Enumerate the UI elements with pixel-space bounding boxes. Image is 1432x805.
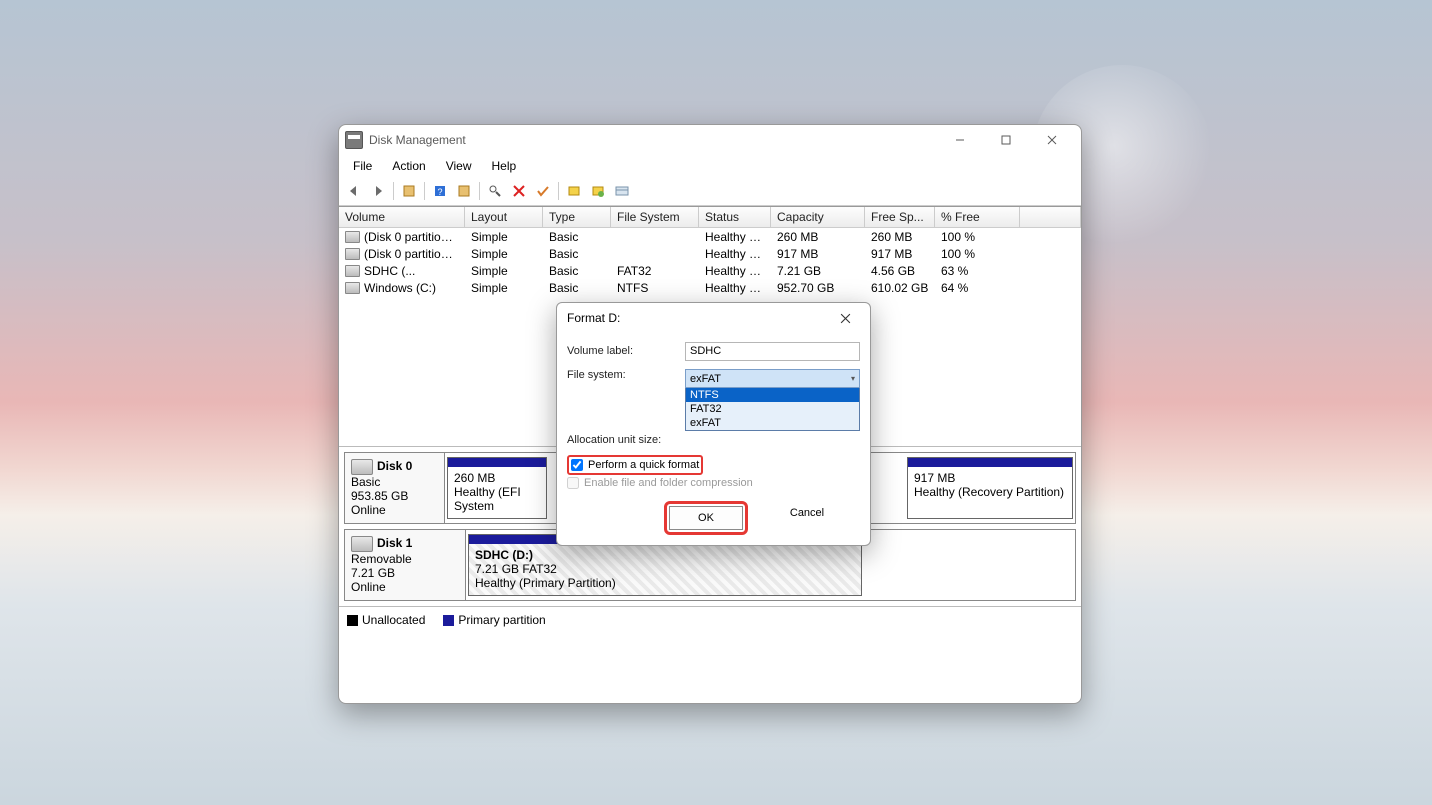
toolbar-icon[interactable] xyxy=(484,180,506,202)
file-system-dropdown: NTFS FAT32 exFAT xyxy=(685,388,860,431)
toolbar-icon[interactable] xyxy=(587,180,609,202)
col-capacity[interactable]: Capacity xyxy=(771,207,865,227)
check-icon[interactable] xyxy=(532,180,554,202)
col-fs[interactable]: File System xyxy=(611,207,699,227)
compression-label: Enable file and folder compression xyxy=(584,477,753,489)
delete-icon[interactable] xyxy=(508,180,530,202)
col-volume[interactable]: Volume xyxy=(339,207,465,227)
toolbar-icon[interactable] xyxy=(611,180,633,202)
quick-format-checkbox[interactable] xyxy=(571,459,583,471)
menu-view[interactable]: View xyxy=(438,157,480,175)
legend-unallocated: Unallocated xyxy=(347,613,425,627)
toolbar-icon[interactable] xyxy=(398,180,420,202)
quick-format-label: Perform a quick format xyxy=(588,459,699,471)
table-row[interactable]: SDHC (...SimpleBasicFAT32Healthy (P...7.… xyxy=(339,262,1081,279)
title-bar[interactable]: Disk Management xyxy=(339,125,1081,155)
table-head: Volume Layout Type File System Status Ca… xyxy=(339,207,1081,228)
file-system-select[interactable]: exFAT ▾ NTFS FAT32 exFAT xyxy=(685,369,860,431)
col-status[interactable]: Status xyxy=(699,207,771,227)
cancel-button[interactable]: Cancel xyxy=(770,501,844,525)
close-button[interactable] xyxy=(1029,125,1075,155)
alloc-size-label: Allocation unit size: xyxy=(567,434,685,446)
quick-format-checkbox-row[interactable]: Perform a quick format xyxy=(571,457,699,473)
desktop-background: Disk Management File Action View Help ? xyxy=(0,0,1432,805)
menu-bar: File Action View Help xyxy=(339,155,1081,177)
col-layout[interactable]: Layout xyxy=(465,207,543,227)
legend-primary: Primary partition xyxy=(443,613,545,627)
fs-option-exfat[interactable]: exFAT xyxy=(686,416,859,430)
quick-format-highlight: Perform a quick format xyxy=(567,455,703,475)
toolbar-icon[interactable] xyxy=(563,180,585,202)
toolbar: ? xyxy=(339,177,1081,206)
menu-file[interactable]: File xyxy=(345,157,380,175)
file-system-label: File system: xyxy=(567,369,685,381)
compression-checkbox xyxy=(567,477,579,489)
help-icon[interactable]: ? xyxy=(429,180,451,202)
partition[interactable]: 917 MBHealthy (Recovery Partition) xyxy=(907,457,1073,519)
chevron-down-icon: ▾ xyxy=(851,374,855,383)
dialog-title: Format D: xyxy=(567,311,620,325)
back-icon[interactable] xyxy=(343,180,365,202)
ok-button-highlight: OK xyxy=(664,501,748,535)
col-type[interactable]: Type xyxy=(543,207,611,227)
col-pct[interactable]: % Free xyxy=(935,207,1020,227)
compression-checkbox-row: Enable file and folder compression xyxy=(567,475,860,491)
toolbar-icon[interactable] xyxy=(453,180,475,202)
disk-info: Disk 1Removable7.21 GBOnline xyxy=(345,530,466,600)
volume-label-label: Volume label: xyxy=(567,345,685,357)
format-dialog: Format D: Volume label: File system: exF… xyxy=(556,302,871,546)
window-title: Disk Management xyxy=(369,133,466,147)
fs-option-ntfs[interactable]: NTFS xyxy=(686,388,859,402)
legend: Unallocated Primary partition xyxy=(339,606,1081,633)
volume-label-input[interactable] xyxy=(685,342,860,361)
disk-info: Disk 0Basic953.85 GBOnline xyxy=(345,453,445,523)
menu-action[interactable]: Action xyxy=(384,157,433,175)
table-row[interactable]: (Disk 0 partition 4)SimpleBasicHealthy (… xyxy=(339,245,1081,262)
maximize-button[interactable] xyxy=(983,125,1029,155)
dialog-close-button[interactable] xyxy=(830,303,860,333)
table-row[interactable]: Windows (C:)SimpleBasicNTFSHealthy (B...… xyxy=(339,279,1081,296)
col-spacer xyxy=(1020,207,1081,227)
ok-button[interactable]: OK xyxy=(669,506,743,530)
app-icon xyxy=(345,131,363,149)
minimize-button[interactable] xyxy=(937,125,983,155)
menu-help[interactable]: Help xyxy=(484,157,525,175)
svg-text:?: ? xyxy=(437,187,442,197)
partition[interactable]: 260 MBHealthy (EFI System xyxy=(447,457,547,519)
table-row[interactable]: (Disk 0 partition 1)SimpleBasicHealthy (… xyxy=(339,228,1081,245)
col-free[interactable]: Free Sp... xyxy=(865,207,935,227)
forward-icon[interactable] xyxy=(367,180,389,202)
fs-option-fat32[interactable]: FAT32 xyxy=(686,402,859,416)
dialog-title-bar[interactable]: Format D: xyxy=(557,303,870,333)
